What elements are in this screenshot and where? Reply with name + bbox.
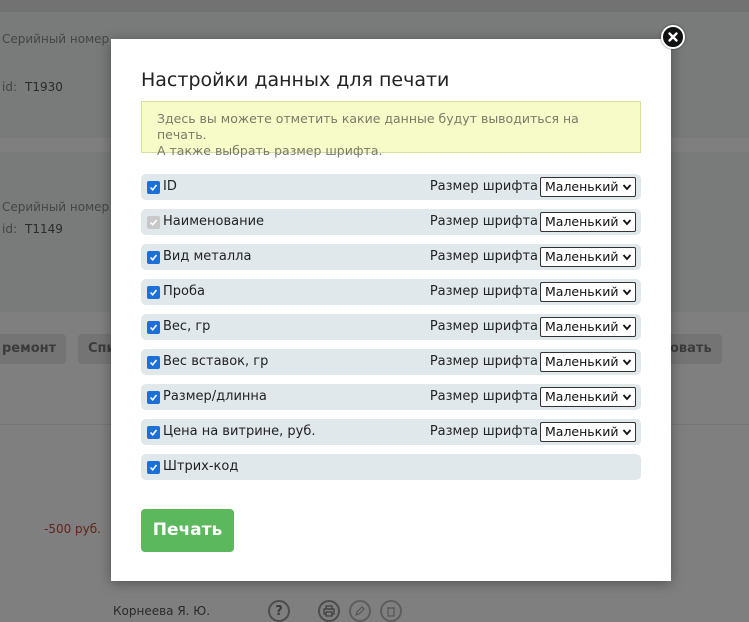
font-size-select[interactable]: Маленький (540, 177, 636, 197)
field-row-price: Цена на витрине, руб. Размер шрифта Мале… (141, 419, 641, 445)
chevron-down-icon (622, 219, 632, 226)
font-size-label: Размер шрифта (429, 284, 538, 299)
font-size-value: Маленький (545, 389, 619, 404)
font-size-value: Маленький (545, 319, 619, 334)
field-label: Проба (163, 284, 205, 299)
font-size-select[interactable]: Маленький (540, 247, 636, 267)
info-notice: Здесь вы можете отметить какие данные бу… (141, 101, 641, 158)
close-button[interactable] (661, 25, 685, 49)
field-checkbox[interactable] (147, 426, 160, 439)
field-label: Размер/длинна (163, 389, 267, 404)
field-row-insert-weight: Вес вставок, гр Размер шрифта Маленький (141, 349, 641, 375)
checkmark-icon (149, 184, 158, 192)
font-size-label: Размер шрифта (429, 354, 538, 369)
font-size-select[interactable]: Маленький (540, 282, 636, 302)
font-size-value: Маленький (545, 354, 619, 369)
font-size-label: Размер шрифта (429, 214, 538, 229)
font-size-select[interactable]: Маленький (540, 422, 636, 442)
chevron-down-icon (622, 429, 632, 436)
font-size-select[interactable]: Маленький (540, 387, 636, 407)
field-label: Наименование (163, 214, 265, 229)
field-row-size: Размер/длинна Размер шрифта Маленький (141, 384, 641, 410)
font-size-value: Маленький (545, 424, 619, 439)
font-size-label: Размер шрифта (429, 389, 538, 404)
field-label: Вес вставок, гр (163, 354, 269, 369)
checkmark-icon (149, 359, 158, 367)
checkmark-icon (149, 464, 158, 472)
field-checkbox[interactable] (147, 356, 160, 369)
field-label: Цена на витрине, руб. (163, 424, 316, 439)
field-row-probe: Проба Размер шрифта Маленький (141, 279, 641, 305)
checkmark-icon (149, 394, 158, 402)
field-row-weight: Вес, гр Размер шрифта Маленький (141, 314, 641, 340)
field-checkbox[interactable] (147, 321, 160, 334)
field-checkbox (147, 216, 160, 229)
field-row-barcode: Штрих-код (141, 454, 641, 480)
field-checkbox[interactable] (147, 391, 160, 404)
font-size-value: Маленький (545, 249, 619, 264)
modal-title: Настройки данных для печати (141, 69, 450, 91)
chevron-down-icon (622, 254, 632, 261)
checkmark-icon (149, 289, 158, 297)
field-checkbox[interactable] (147, 181, 160, 194)
chevron-down-icon (622, 359, 632, 366)
field-label: ID (163, 179, 177, 194)
print-settings-modal: Настройки данных для печати Здесь вы мож… (111, 39, 671, 581)
checkmark-icon (149, 429, 158, 437)
font-size-select[interactable]: Маленький (540, 352, 636, 372)
font-size-label: Размер шрифта (429, 424, 538, 439)
chevron-down-icon (622, 324, 632, 331)
font-size-value: Маленький (545, 214, 619, 229)
notice-line: Здесь вы можете отметить какие данные бу… (157, 111, 579, 142)
font-size-label: Размер шрифта (429, 179, 538, 194)
chevron-down-icon (622, 394, 632, 401)
field-checkbox[interactable] (147, 251, 160, 264)
checkmark-icon (149, 324, 158, 332)
font-size-label: Размер шрифта (429, 249, 538, 264)
font-size-select[interactable]: Маленький (540, 317, 636, 337)
font-size-select[interactable]: Маленький (540, 212, 636, 232)
font-size-label: Размер шрифта (429, 319, 538, 334)
chevron-down-icon (622, 289, 632, 296)
field-checkbox[interactable] (147, 286, 160, 299)
chevron-down-icon (622, 184, 632, 191)
checkmark-icon (149, 219, 158, 227)
close-icon (668, 32, 678, 42)
field-row-id: ID Размер шрифта Маленький (141, 174, 641, 200)
font-size-value: Маленький (545, 179, 619, 194)
fields-list: ID Размер шрифта Маленький Наименование … (141, 174, 641, 489)
field-label: Вид металла (163, 249, 252, 264)
checkmark-icon (149, 254, 158, 262)
field-row-name: Наименование Размер шрифта Маленький (141, 209, 641, 235)
print-button[interactable]: Печать (141, 509, 234, 552)
field-label: Вес, гр (163, 319, 211, 334)
field-checkbox[interactable] (147, 461, 160, 474)
notice-line: А также выбрать размер шрифта. (157, 143, 383, 158)
field-row-metal: Вид металла Размер шрифта Маленький (141, 244, 641, 270)
field-label: Штрих-код (163, 459, 239, 474)
font-size-value: Маленький (545, 284, 619, 299)
